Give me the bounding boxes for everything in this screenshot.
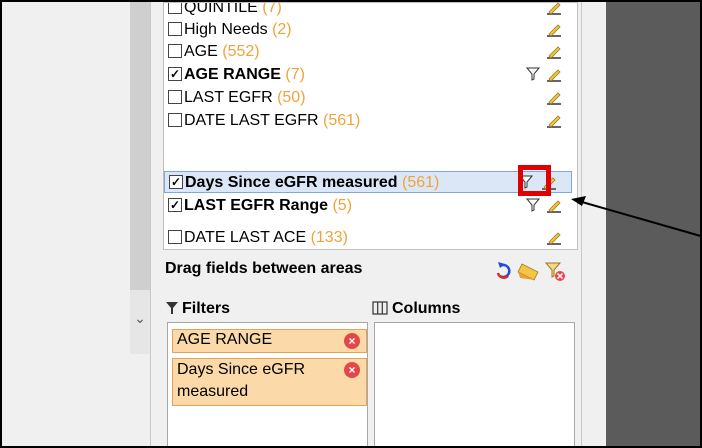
field-checkbox[interactable] xyxy=(168,43,182,58)
columns-icon xyxy=(372,301,388,315)
field-count: (561) xyxy=(402,174,440,191)
filter-icon[interactable] xyxy=(526,198,540,212)
field-label: AGE RANGE xyxy=(184,66,281,83)
columns-drop-area[interactable] xyxy=(374,322,575,446)
pencil-edit-icon[interactable] xyxy=(546,67,562,83)
field-label: Days Since eGFR measured xyxy=(185,174,398,191)
left-gutter xyxy=(2,2,130,446)
pencil-edit-icon[interactable] xyxy=(546,230,562,246)
field-label: High Needs xyxy=(184,21,268,38)
panel-separator xyxy=(582,2,606,446)
pencil-edit-icon[interactable] xyxy=(546,90,562,106)
broom-icon[interactable] xyxy=(517,263,539,281)
screenshot-frame: ⌄ QUINTILE (7) High Needs (2) AGE (552) … xyxy=(0,0,702,448)
highlight-box xyxy=(518,165,551,196)
field-count: (7) xyxy=(262,2,282,16)
pencil-edit-icon[interactable] xyxy=(546,2,562,16)
pencil-edit-icon[interactable] xyxy=(546,44,562,60)
field-count: (552) xyxy=(222,43,260,60)
remove-icon[interactable]: × xyxy=(344,362,360,378)
filter-chip-label: Days Since eGFR measured xyxy=(177,361,306,400)
field-checkbox[interactable]: ✓ xyxy=(169,174,183,189)
field-item[interactable]: DATE LAST EGFR (561) xyxy=(168,110,572,132)
filter-chip[interactable]: AGE RANGE × xyxy=(172,329,367,353)
field-checkbox[interactable] xyxy=(168,21,182,36)
filter-chip[interactable]: Days Since eGFR measured × xyxy=(172,358,367,406)
field-count: (561) xyxy=(323,112,361,129)
pencil-edit-icon[interactable] xyxy=(546,113,562,129)
field-item[interactable]: ✓ LAST EGFR Range (5) xyxy=(168,195,572,217)
chevron-down-icon[interactable]: ⌄ xyxy=(133,311,147,325)
field-label: AGE xyxy=(184,43,218,60)
columns-label: Columns xyxy=(392,300,461,317)
filters-drop-area[interactable]: AGE RANGE × Days Since eGFR measured × xyxy=(167,322,368,446)
field-checkbox[interactable] xyxy=(168,89,182,104)
field-count: (7) xyxy=(285,66,305,83)
field-checkbox[interactable]: ✓ xyxy=(168,66,182,81)
field-label: QUINTILE xyxy=(184,2,258,16)
field-item[interactable]: High Needs (2) xyxy=(168,19,572,41)
field-count: (50) xyxy=(277,89,306,106)
field-list: QUINTILE (7) High Needs (2) AGE (552) ✓ A… xyxy=(163,2,578,250)
filters-label: Filters xyxy=(182,300,231,317)
field-checkbox[interactable] xyxy=(168,3,182,14)
pencil-edit-icon[interactable] xyxy=(546,22,562,38)
pencil-edit-icon[interactable] xyxy=(546,198,562,214)
refresh-icon[interactable] xyxy=(496,262,511,279)
field-label: DATE LAST ACE xyxy=(184,229,307,246)
remove-icon[interactable]: × xyxy=(344,333,360,349)
filter-chip-label: AGE RANGE xyxy=(177,331,273,348)
field-label: LAST EGFR xyxy=(184,89,273,106)
field-item[interactable]: ✓ AGE RANGE (7) xyxy=(168,64,572,86)
field-checkbox[interactable] xyxy=(168,229,182,244)
field-checkbox[interactable]: ✓ xyxy=(168,197,182,212)
field-count: (133) xyxy=(310,229,348,246)
filter-icon[interactable] xyxy=(526,67,540,81)
field-item[interactable]: DATE LAST ACE (133) xyxy=(168,227,572,249)
field-item[interactable]: AGE (552) xyxy=(168,41,572,63)
filter-icon xyxy=(166,302,178,314)
field-label: DATE LAST EGFR xyxy=(184,112,319,129)
field-count: (5) xyxy=(332,197,353,214)
field-label: LAST EGFR Range xyxy=(184,197,329,214)
field-item[interactable]: LAST EGFR (50) xyxy=(168,87,572,109)
drag-fields-title: Drag fields between areas xyxy=(165,260,363,277)
clear-filter-icon[interactable] xyxy=(544,262,565,281)
field-checkbox[interactable] xyxy=(168,112,182,127)
field-item[interactable]: QUINTILE (7) xyxy=(168,2,572,19)
drag-area-toolbar xyxy=(496,262,565,281)
field-item-selected[interactable]: ✓ Days Since eGFR measured (561) xyxy=(164,171,572,193)
field-count: (2) xyxy=(272,21,292,38)
report-canvas-area xyxy=(606,2,700,446)
